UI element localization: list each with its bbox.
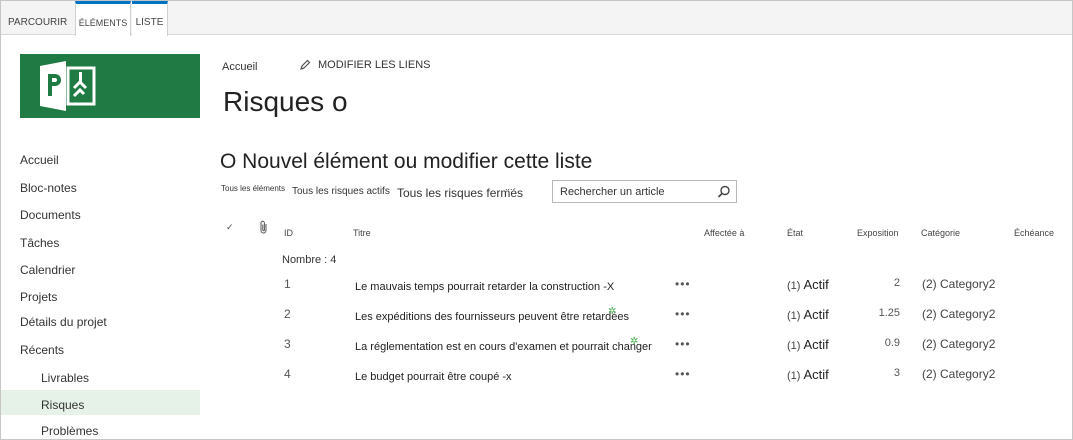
attachment-icon bbox=[259, 220, 269, 236]
row-exposure: 0.9 bbox=[884, 337, 900, 349]
row-category: (2) Category2 bbox=[922, 337, 996, 351]
nav-item-issues[interactable]: Problèmes bbox=[41, 424, 98, 438]
column-header-category[interactable]: Catégorie bbox=[921, 228, 960, 238]
row-menu-button[interactable]: ••• bbox=[675, 307, 691, 321]
group-count-label: Nombre : 4 bbox=[282, 254, 337, 266]
nav-item-deliverables[interactable]: Livrables bbox=[41, 371, 89, 385]
breadcrumb-home[interactable]: Accueil bbox=[222, 61, 257, 73]
project-logo[interactable] bbox=[20, 54, 200, 118]
row-state-prefix: (1) bbox=[787, 280, 801, 292]
nav-item-home[interactable]: Accueil bbox=[20, 153, 59, 167]
row-menu-button[interactable]: ••• bbox=[675, 337, 691, 351]
column-header-title[interactable]: Titre bbox=[353, 228, 371, 238]
row-category: (2) Category2 bbox=[922, 307, 996, 321]
column-header-id[interactable]: ID bbox=[284, 228, 293, 238]
ribbon: PARCOURIR ÉLÉMENTS LISTE bbox=[1, 1, 1072, 36]
new-item-icon: ✲ bbox=[630, 336, 639, 347]
search-input[interactable]: Rechercher un article bbox=[560, 186, 665, 198]
pencil-icon bbox=[300, 59, 311, 70]
view-active-risks[interactable]: Tous les risques actifs bbox=[292, 186, 390, 197]
row-state: (1) Actif bbox=[787, 367, 829, 382]
row-state-value: Actif bbox=[803, 277, 829, 292]
row-state: (1) Actif bbox=[787, 337, 829, 352]
project-icon bbox=[40, 61, 96, 111]
more-views-button[interactable]: ... bbox=[505, 182, 513, 192]
tab-items[interactable]: ÉLÉMENTS bbox=[75, 1, 131, 36]
search-box[interactable]: Rechercher un article bbox=[552, 180, 737, 203]
row-menu-button[interactable]: ••• bbox=[675, 277, 691, 291]
row-state-prefix: (1) bbox=[787, 310, 801, 322]
edit-links-label: MODIFIER LES LIENS bbox=[318, 59, 431, 71]
nav-selected-highlight bbox=[1, 390, 200, 415]
row-state-value: Actif bbox=[803, 307, 829, 322]
new-item-icon: ✲ bbox=[608, 306, 617, 317]
nav-item-recent[interactable]: Récents bbox=[20, 343, 64, 357]
column-header-due-date[interactable]: Échéance bbox=[1014, 228, 1054, 238]
tab-list[interactable]: LISTE bbox=[132, 1, 168, 36]
search-icon[interactable] bbox=[717, 185, 731, 199]
page-title: Risques o bbox=[223, 86, 348, 117]
tab-browse[interactable]: PARCOURIR bbox=[8, 1, 67, 35]
column-header-state[interactable]: État bbox=[787, 228, 803, 238]
row-exposure: 2 bbox=[893, 277, 900, 289]
row-id: 1 bbox=[284, 277, 291, 291]
view-all-items[interactable]: Tous les éléments bbox=[221, 184, 285, 193]
nav-item-tasks[interactable]: Tâches bbox=[20, 236, 59, 250]
nav-item-notebook[interactable]: Bloc-notes bbox=[20, 181, 77, 195]
nav-item-calendar[interactable]: Calendrier bbox=[20, 263, 75, 277]
row-exposure: 1.25 bbox=[878, 307, 900, 319]
row-menu-button[interactable]: ••• bbox=[675, 367, 691, 381]
row-id: 2 bbox=[284, 307, 291, 321]
nav-item-project-details[interactable]: Détails du projet bbox=[20, 315, 107, 329]
select-all-checkmark-icon[interactable]: ✓ bbox=[226, 222, 234, 233]
row-state-value: Actif bbox=[803, 337, 829, 352]
nav-item-risks[interactable]: Risques bbox=[41, 398, 84, 412]
column-header-exposure[interactable]: Exposition bbox=[857, 228, 899, 238]
row-state: (1) Actif bbox=[787, 277, 829, 292]
row-exposure: 3 bbox=[893, 367, 900, 379]
row-title-link[interactable]: Le budget pourrait être coupé -x bbox=[355, 371, 512, 383]
row-category: (2) Category2 bbox=[922, 367, 996, 381]
row-state-prefix: (1) bbox=[787, 370, 801, 382]
row-id: 3 bbox=[284, 337, 291, 351]
row-title-link[interactable]: La réglementation est en cours d'examen … bbox=[355, 341, 652, 353]
row-state-value: Actif bbox=[803, 367, 829, 382]
row-title-link[interactable]: Les expéditions des fournisseurs peuvent… bbox=[355, 311, 629, 323]
nav-item-documents[interactable]: Documents bbox=[20, 208, 81, 222]
row-category: (2) Category2 bbox=[922, 277, 996, 291]
new-item-or-edit-list[interactable]: O Nouvel élément ou modifier cette liste bbox=[220, 150, 592, 174]
row-id: 4 bbox=[284, 367, 291, 381]
row-title-link[interactable]: Le mauvais temps pourrait retarder la co… bbox=[355, 281, 614, 293]
column-header-assigned[interactable]: Affectée à bbox=[704, 228, 744, 238]
row-state-prefix: (1) bbox=[787, 340, 801, 352]
row-state: (1) Actif bbox=[787, 307, 829, 322]
nav-item-projects[interactable]: Projets bbox=[20, 290, 57, 304]
edit-links-button[interactable]: MODIFIER LES LIENS bbox=[299, 59, 430, 71]
